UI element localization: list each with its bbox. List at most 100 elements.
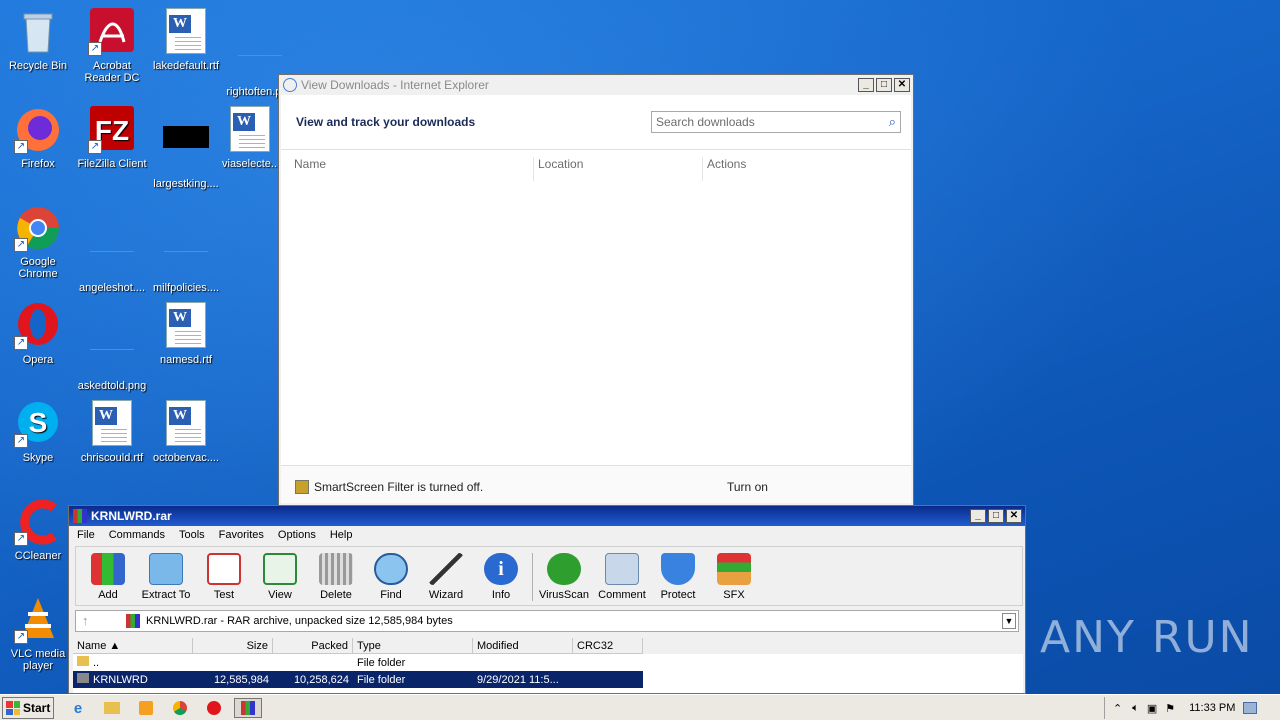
network-icon[interactable]: ▣ <box>1147 702 1157 715</box>
volume-icon[interactable]: 🔈︎ <box>1132 702 1139 715</box>
shortcut-arrow-icon: ↗ <box>88 140 102 154</box>
desktop-icon-label: askedtold.png <box>77 380 147 392</box>
turn-on-link[interactable]: Turn on <box>727 480 768 494</box>
desktop-icon-acrobat[interactable]: ↗ Acrobat Reader DC <box>74 8 150 84</box>
menu-commands[interactable]: Commands <box>109 529 165 541</box>
smartscreen-footer: SmartScreen Filter is turned off. Turn o… <box>281 465 911 503</box>
desktop-icon-milfpolicies[interactable]: milfpolicies.... <box>148 204 224 294</box>
find-button[interactable]: Find <box>363 553 419 601</box>
shortcut-arrow-icon: ↗ <box>14 630 28 644</box>
archive-icon <box>126 614 140 628</box>
menu-help[interactable]: Help <box>330 529 353 541</box>
winrar-titlebar[interactable]: KRNLWRD.rar _ □ ✕ <box>69 506 1025 526</box>
taskbar-opera-icon[interactable] <box>200 698 228 718</box>
taskbar-ie-icon[interactable]: e <box>64 698 92 718</box>
menu-favorites[interactable]: Favorites <box>219 529 264 541</box>
column-type[interactable]: Type <box>353 638 473 654</box>
delete-icon <box>319 553 353 585</box>
show-desktop-button[interactable] <box>1243 702 1258 714</box>
desktop-icon-opera[interactable]: ↗ Opera <box>0 302 76 366</box>
folder-icon <box>77 673 89 683</box>
desktop-icon-largestking[interactable]: largestking.... <box>148 106 224 190</box>
maximize-button[interactable]: □ <box>876 78 892 92</box>
desktop-icon-lakedefault[interactable]: W lakedefault.rtf <box>148 8 224 72</box>
protect-button[interactable]: Protect <box>650 553 706 601</box>
downloads-column-header: Name Location Actions <box>281 153 911 181</box>
search-icon[interactable]: ⌕ <box>889 114 896 130</box>
desktop-icon-namesd[interactable]: W namesd.rtf <box>148 302 224 366</box>
minimize-button[interactable]: _ <box>970 509 986 523</box>
column-separator <box>702 157 703 181</box>
ie-icon <box>283 78 297 92</box>
filezilla-icon: FZ ↗ <box>88 106 136 154</box>
desktop-icon-askedtold[interactable]: askedtold.png <box>74 302 150 392</box>
start-button[interactable]: Start <box>2 697 54 719</box>
vlc-icon: ↗ <box>14 596 62 644</box>
desktop-icon-viaselecte[interactable]: W viaselecte... <box>222 106 278 170</box>
file-type: File folder <box>357 673 406 686</box>
column-name[interactable]: Name <box>294 157 326 171</box>
opera-icon: ↗ <box>14 302 62 350</box>
search-downloads-input[interactable]: Search downloads ⌕ <box>651 111 901 133</box>
maximize-button[interactable]: □ <box>988 509 1004 523</box>
menu-options[interactable]: Options <box>278 529 316 541</box>
desktop-icon-ccleaner[interactable]: ↗ CCleaner <box>0 498 76 562</box>
column-location[interactable]: Location <box>538 157 583 171</box>
path-dropdown-icon[interactable]: ▼ <box>1002 613 1016 629</box>
column-name[interactable]: Name ▲ <box>73 638 193 654</box>
tool-label: Protect <box>660 589 696 601</box>
desktop-icon-chriscould[interactable]: W chriscould.rtf <box>74 400 150 464</box>
ie-downloads-window: View Downloads - Internet Explorer _ □ ✕… <box>278 74 914 506</box>
start-label: Start <box>23 701 51 715</box>
column-packed[interactable]: Packed <box>273 638 353 654</box>
minimize-button[interactable]: _ <box>858 78 874 92</box>
tool-label: Add <box>98 589 118 601</box>
close-button[interactable]: ✕ <box>894 78 910 92</box>
delete-button[interactable]: Delete <box>308 553 364 601</box>
comment-button[interactable]: Comment <box>594 553 650 601</box>
menu-file[interactable]: File <box>77 529 95 541</box>
desktop-icon-octobervac[interactable]: W octobervac.... <box>148 400 224 464</box>
smartscreen-shield-icon <box>295 480 309 494</box>
close-button[interactable]: ✕ <box>1006 509 1022 523</box>
tool-label: SFX <box>723 589 745 601</box>
ie-titlebar[interactable]: View Downloads - Internet Explorer _ □ ✕ <box>279 75 913 95</box>
svg-text:S: S <box>29 407 48 438</box>
info-button[interactable]: i Info <box>473 553 529 601</box>
column-modified[interactable]: Modified <box>473 638 573 654</box>
add-button[interactable]: Add <box>80 553 136 601</box>
virusscan-button[interactable]: VirusScan <box>536 553 592 601</box>
winrar-window-title: KRNLWRD.rar <box>91 509 172 523</box>
ccleaner-icon: ↗ <box>14 498 62 546</box>
column-crc32[interactable]: CRC32 <box>573 638 643 654</box>
word-document-icon: W <box>162 8 210 56</box>
system-tray: ⌃ 🔈︎ ▣ ⚑ 11:33 PM <box>1104 697 1280 719</box>
sfx-button[interactable]: SFX <box>706 553 762 601</box>
file-row-parent[interactable]: .. File folder <box>73 654 1023 671</box>
up-arrow-icon[interactable]: ↑ <box>82 613 89 628</box>
view-button[interactable]: View <box>252 553 308 601</box>
desktop-icon-recycle-bin[interactable]: Recycle Bin <box>0 8 76 72</box>
test-button[interactable]: Test <box>196 553 252 601</box>
desktop-icon-chrome[interactable]: ↗ Google Chrome <box>0 204 76 280</box>
desktop-icon-label: Opera <box>22 354 54 366</box>
menu-tools[interactable]: Tools <box>179 529 205 541</box>
file-row-krnlwrd[interactable]: KRNLWRD 12,585,984 10,258,624 File folde… <box>73 671 643 688</box>
desktop-icon-skype[interactable]: S ↗ Skype <box>0 400 76 464</box>
taskbar-chrome-icon[interactable] <box>166 698 194 718</box>
desktop-icon-angeleshot[interactable]: angeleshot.... <box>74 204 150 294</box>
column-size[interactable]: Size <box>193 638 273 654</box>
wizard-button[interactable]: Wizard <box>418 553 474 601</box>
clock[interactable]: 11:33 PM <box>1189 702 1235 714</box>
desktop-icon-filezilla[interactable]: FZ ↗ FileZilla Client <box>74 106 150 170</box>
column-actions[interactable]: Actions <box>707 157 746 171</box>
desktop-icon-vlc[interactable]: ↗ VLC media player <box>0 596 76 672</box>
taskbar-media-player-icon[interactable] <box>132 698 160 718</box>
shortcut-arrow-icon: ↗ <box>14 532 28 546</box>
show-hidden-icons-icon[interactable]: ⌃ <box>1113 702 1122 715</box>
taskbar-explorer-icon[interactable] <box>98 698 126 718</box>
extract-to-button[interactable]: Extract To <box>138 553 194 601</box>
desktop-icon-firefox[interactable]: ↗ Firefox <box>0 106 76 170</box>
action-center-flag-icon[interactable]: ⚑ <box>1165 702 1175 715</box>
taskbar-winrar-icon[interactable] <box>234 698 262 718</box>
